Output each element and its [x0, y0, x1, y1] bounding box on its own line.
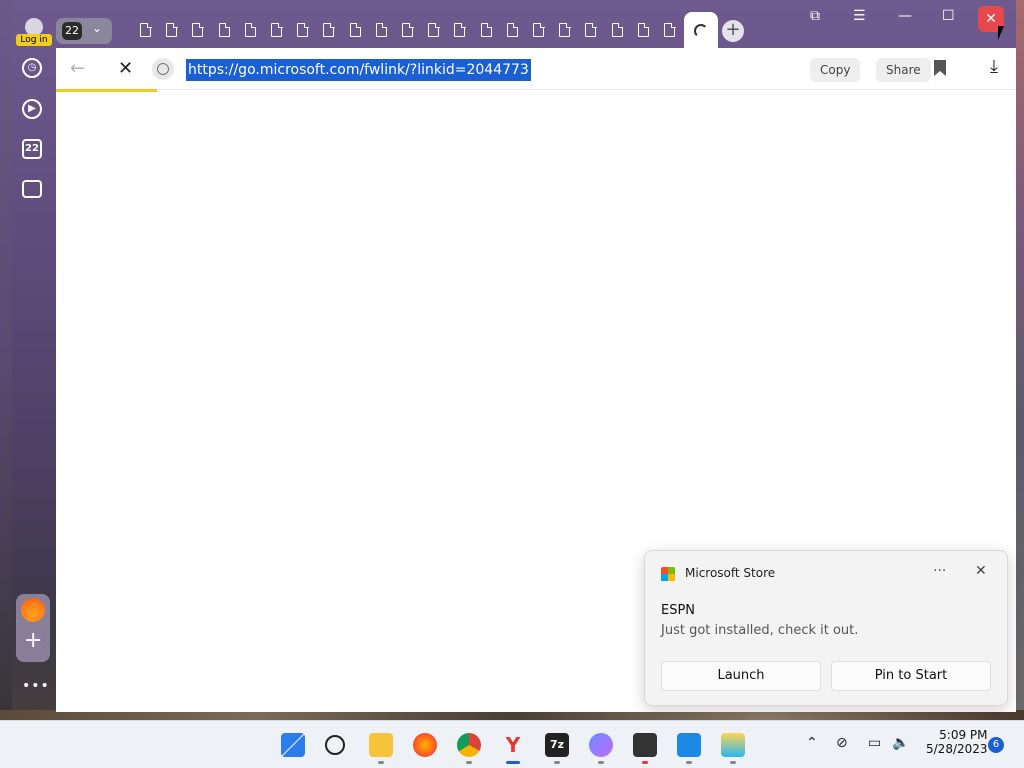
- tab-document-icon[interactable]: [218, 22, 231, 37]
- tab-document-icon[interactable]: [559, 22, 571, 37]
- toast-app-name: Microsoft Store: [685, 566, 776, 580]
- play-icon[interactable]: ▶: [22, 99, 42, 119]
- url-input[interactable]: https://go.microsoft.com/fwlink/?linkid=…: [186, 59, 531, 81]
- history-icon[interactable]: ◷: [22, 58, 42, 78]
- microsoft-store-icon: [661, 567, 675, 581]
- copy-button[interactable]: Copy: [810, 58, 861, 82]
- tab-document-icon[interactable]: [506, 22, 519, 37]
- taskbar-indicator: [598, 761, 604, 764]
- tab-document-icon[interactable]: [192, 22, 204, 37]
- loading-spinner-icon: [694, 24, 708, 38]
- login-button[interactable]: Log in: [16, 16, 52, 46]
- clock-date: 5/28/2023: [926, 742, 988, 756]
- taskbar-indicator: [642, 761, 648, 764]
- volume-icon[interactable]: 🔈: [892, 735, 909, 751]
- maximize-button[interactable]: ☐: [942, 8, 955, 24]
- notification-toast: Microsoft Store ··· ✕ ESPN Just got inst…: [644, 550, 1008, 706]
- pin-to-start-button[interactable]: Pin to Start: [831, 661, 991, 691]
- tab-document-icon[interactable]: [402, 22, 414, 37]
- tab-document-icon[interactable]: [297, 22, 309, 37]
- search-icon[interactable]: [325, 735, 345, 755]
- chevron-up-icon[interactable]: ⌃: [806, 735, 818, 751]
- taskbar-indicator: [466, 761, 472, 764]
- tab-document-icon[interactable]: [375, 22, 388, 37]
- app-orange-icon[interactable]: [21, 598, 45, 622]
- close-icon[interactable]: ✕: [975, 563, 987, 579]
- title-bar: Log in 22 ⌄ + ⧉ ☰ — ☐ ✕: [8, 0, 1016, 50]
- toast-message: Just got installed, check it out.: [661, 623, 859, 638]
- windows-start-icon[interactable]: [281, 733, 305, 757]
- weather-icon[interactable]: [721, 733, 745, 757]
- sidebar-counter[interactable]: 22: [22, 139, 42, 159]
- mail-icon[interactable]: [677, 733, 701, 757]
- menu-icon[interactable]: ☰: [853, 8, 866, 24]
- 7zip-icon[interactable]: 7z: [545, 733, 569, 757]
- tab-document-icon[interactable]: [480, 22, 493, 37]
- more-icon[interactable]: •••: [22, 678, 50, 694]
- taskbar-indicator: [554, 761, 560, 764]
- tab-document-icon[interactable]: [637, 22, 650, 37]
- display-icon[interactable]: ▭: [868, 735, 881, 751]
- toast-title: ESPN: [661, 603, 696, 618]
- tab-document-icon[interactable]: [166, 22, 178, 37]
- tab-document-icon[interactable]: [428, 22, 440, 37]
- network-icon[interactable]: ⊘: [836, 735, 848, 751]
- chrome-icon[interactable]: [457, 733, 481, 757]
- tab-document-icon[interactable]: [244, 22, 257, 37]
- cards-icon[interactable]: [633, 733, 657, 757]
- tab-counter-button[interactable]: 22 ⌄: [56, 18, 112, 44]
- taskbar-indicator-active: [506, 761, 520, 764]
- tab-document-icon[interactable]: [585, 22, 597, 37]
- tab-document-icon[interactable]: [271, 22, 283, 37]
- address-bar: ← ✕ https://go.microsoft.com/fwlink/?lin…: [56, 48, 1016, 92]
- minimize-button[interactable]: —: [898, 8, 912, 24]
- taskbar-indicator: [378, 761, 384, 764]
- tab-document-icon[interactable]: [454, 22, 466, 37]
- clock[interactable]: 5:09 PM 5/28/2023: [926, 728, 988, 756]
- tab-document-icon[interactable]: [140, 22, 152, 37]
- bookmark-icon[interactable]: [934, 60, 946, 76]
- app-icon[interactable]: [589, 733, 613, 757]
- back-arrow-icon[interactable]: ←: [70, 58, 85, 79]
- chevron-down-icon: ⌄: [92, 21, 103, 35]
- yandex-browser-icon[interactable]: Y: [501, 733, 525, 757]
- tab-document-icon[interactable]: [533, 22, 545, 37]
- sidebar-apps: +: [16, 594, 50, 662]
- add-icon[interactable]: +: [24, 630, 42, 652]
- taskbar: Y 7z ⌃ ⊘ ▭ 🔈 5:09 PM 5/28/2023 6: [0, 720, 1024, 768]
- tab-document-icon[interactable]: [611, 22, 624, 37]
- more-options-icon[interactable]: ···: [933, 563, 946, 579]
- notification-badge[interactable]: 6: [988, 737, 1004, 753]
- screenshot-icon[interactable]: [22, 180, 42, 198]
- login-label: Log in: [16, 34, 52, 46]
- stop-loading-icon[interactable]: ✕: [118, 58, 133, 79]
- tab-document-icon[interactable]: [664, 22, 676, 37]
- file-explorer-icon[interactable]: [369, 733, 393, 757]
- taskbar-indicator: [686, 761, 692, 764]
- tab-count: 22: [62, 22, 82, 40]
- sidebar: ◷ ▶ 22 + •••: [8, 48, 56, 712]
- active-tab[interactable]: [684, 12, 718, 50]
- clock-time: 5:09 PM: [939, 728, 988, 742]
- mouse-cursor: [998, 26, 1004, 40]
- tab-document-icon[interactable]: [349, 22, 362, 37]
- taskbar-indicator: [730, 761, 736, 764]
- launch-button[interactable]: Launch: [661, 661, 821, 691]
- download-icon[interactable]: ⤓: [990, 56, 998, 77]
- new-tab-button[interactable]: +: [722, 20, 744, 42]
- tab-document-icon[interactable]: [323, 22, 335, 37]
- share-button[interactable]: Share: [876, 58, 931, 82]
- site-info-icon[interactable]: [152, 58, 174, 80]
- load-progress-bar: [56, 89, 157, 92]
- firefox-icon[interactable]: [413, 733, 437, 757]
- collections-icon[interactable]: ⧉: [810, 8, 820, 24]
- desktop-wallpaper-right: [1016, 0, 1024, 720]
